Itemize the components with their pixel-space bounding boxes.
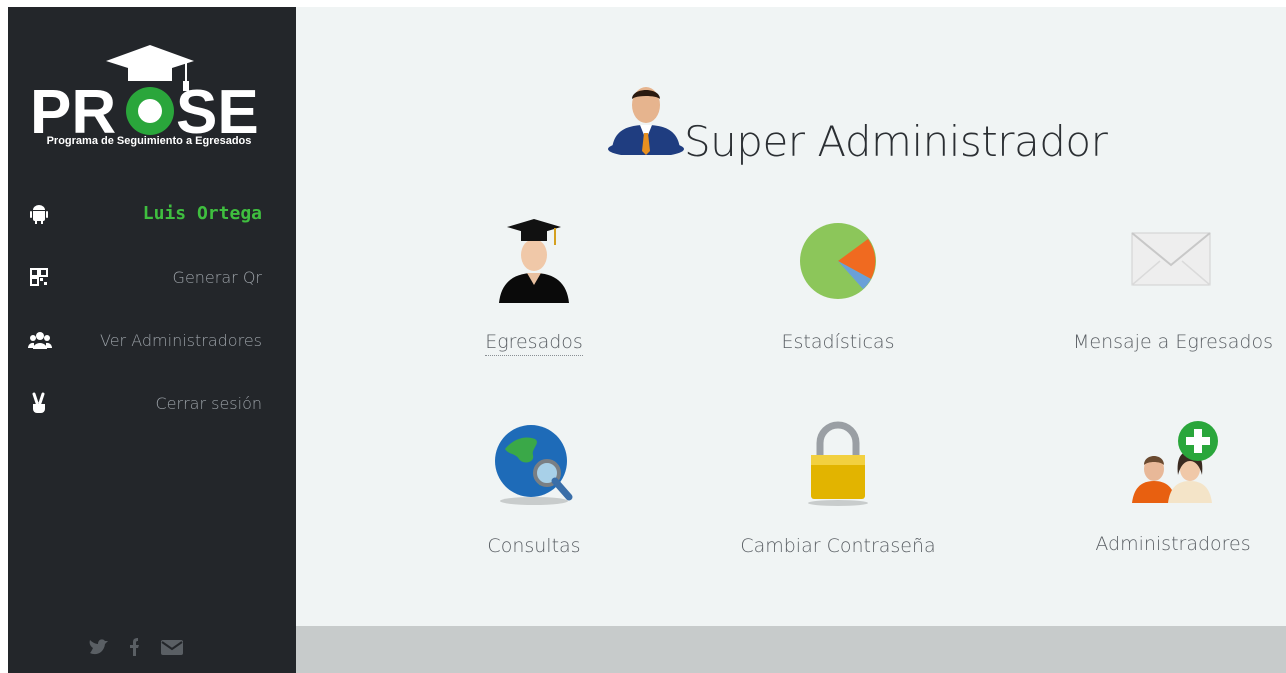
graduate-icon (491, 217, 577, 309)
tile-label: Egresados (411, 331, 657, 356)
add-admin-icon (1128, 419, 1218, 511)
admin-avatar-icon (606, 75, 686, 157)
tile-label-text: Egresados (485, 331, 583, 356)
sidebar: PR SE Programa de Seguimiento a Egresado… (8, 7, 296, 673)
user-name: Luis Ortega (142, 203, 262, 224)
logo-graphic: PR SE (30, 45, 259, 135)
sidebar-item-generar-qr[interactable]: Generar Qr (8, 259, 296, 295)
tile-mensaje-a-egresados[interactable]: Mensaje a Egresados (1050, 217, 1286, 377)
android-icon (28, 202, 50, 224)
sidebar-user[interactable]: Luis Ortega (8, 195, 296, 231)
page-header: Super Administrador (606, 75, 1108, 171)
sidebar-item-label: Ver Administradores (100, 331, 262, 350)
padlock-icon (795, 419, 881, 511)
footer-bar (296, 626, 1286, 673)
social-links (88, 633, 198, 661)
envelope-icon (1128, 217, 1214, 309)
svg-text:SE: SE (176, 78, 259, 135)
twitter-icon[interactable] (88, 636, 110, 658)
prose-logo[interactable]: PR SE Programa de Seguimiento a Egresado… (26, 43, 272, 153)
svg-text:PR: PR (30, 78, 116, 135)
sidebar-item-cerrar-sesion[interactable]: Cerrar sesión (8, 385, 296, 421)
tile-administradores[interactable]: Administradores (1050, 419, 1286, 579)
globe-search-icon (491, 419, 577, 511)
tile-egresados[interactable]: Egresados (411, 217, 651, 377)
peace-hand-icon (28, 392, 50, 414)
page-title: Super Administrador (684, 117, 1108, 166)
sidebar-item-label: Cerrar sesión (155, 394, 262, 413)
logo-subtitle: Programa de Seguimiento a Egresados (46, 135, 252, 147)
qr-code-icon (28, 266, 50, 288)
sidebar-item-ver-administradores[interactable]: Ver Administradores (8, 322, 296, 358)
tile-label: Consultas (487, 535, 581, 557)
facebook-icon[interactable] (124, 636, 146, 658)
tile-estadisticas[interactable]: Estadísticas (715, 217, 955, 377)
tile-label: Estadísticas (781, 331, 895, 353)
pie-chart-icon (795, 217, 881, 309)
sidebar-item-label: Generar Qr (172, 268, 262, 287)
tile-label: Cambiar Contraseña (740, 535, 936, 557)
tile-label: Mensaje a Egresados (1073, 331, 1273, 353)
app-frame: PR SE Programa de Seguimiento a Egresado… (8, 7, 1286, 673)
mail-icon[interactable] (160, 636, 183, 658)
tile-cambiar-contrasena[interactable]: Cambiar Contraseña (715, 419, 955, 579)
main-content: Super Administrador Egresados Estadístic… (296, 7, 1286, 626)
users-icon (27, 329, 53, 351)
tile-label: Administradores (1095, 533, 1251, 555)
tile-consultas[interactable]: Consultas (411, 419, 651, 579)
